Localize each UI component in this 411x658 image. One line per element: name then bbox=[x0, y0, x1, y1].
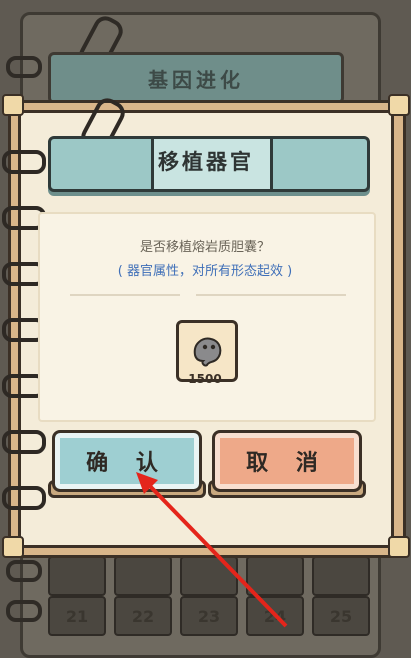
background-grid-cell: 24 bbox=[246, 596, 304, 636]
corner-bracket-icon bbox=[388, 536, 410, 558]
background-grid-cell: 25 bbox=[312, 596, 370, 636]
background-grid-cell: 22 bbox=[114, 596, 172, 636]
background-binder-ring-icon bbox=[6, 600, 42, 622]
binder-ring-icon bbox=[2, 430, 46, 454]
background-grid-cell bbox=[246, 556, 304, 596]
background-binder-ring-icon bbox=[6, 56, 42, 78]
background-grid-cell bbox=[312, 556, 370, 596]
background-grid-cell: 21 bbox=[48, 596, 106, 636]
corner-bracket-icon bbox=[388, 94, 410, 116]
background-grid-cell bbox=[180, 556, 238, 596]
organ-attribute-hint: ( 器官属性，对所有形态起效 ) bbox=[117, 264, 293, 279]
binder-ring-icon bbox=[2, 150, 46, 174]
gray-blob-creature-icon bbox=[193, 337, 222, 367]
divider-left bbox=[70, 294, 180, 296]
transplant-question: 是否移植熔岩质胆囊？ bbox=[139, 240, 270, 255]
corner-bracket-icon bbox=[2, 94, 24, 116]
corner-bracket-icon bbox=[2, 536, 24, 558]
background-grid-cell bbox=[48, 556, 106, 596]
divider-right bbox=[196, 294, 346, 296]
background-binder-ring-icon bbox=[6, 560, 42, 582]
organ-cost: 1500 bbox=[188, 372, 222, 386]
background-grid-cell bbox=[114, 556, 172, 596]
dialog-title: 移植器官 bbox=[158, 150, 254, 174]
cancel-button[interactable]: 取 消 bbox=[212, 430, 362, 492]
background-grid-cell: 23 bbox=[180, 596, 238, 636]
background-panel-title: 基因进化 bbox=[48, 52, 344, 104]
binder-ring-icon bbox=[2, 486, 46, 510]
confirm-button[interactable]: 确 认 bbox=[52, 430, 202, 492]
